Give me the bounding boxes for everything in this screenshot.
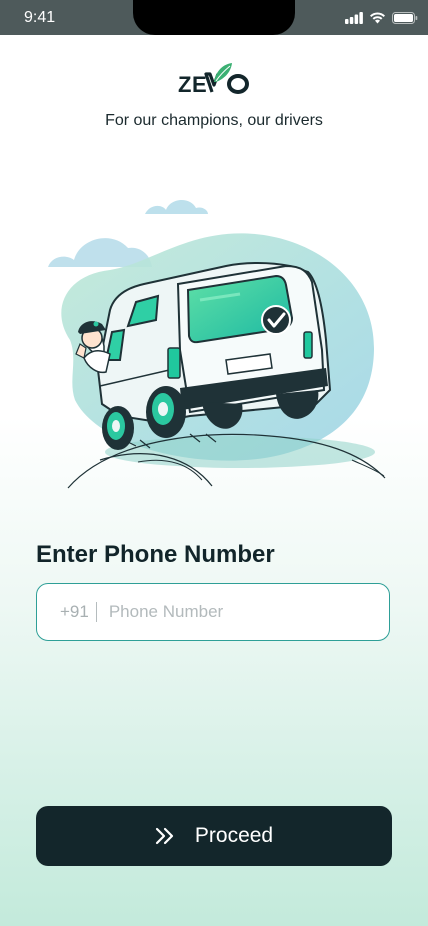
- status-icons: [345, 10, 418, 26]
- status-bar: 9:41: [0, 0, 428, 35]
- cloud-small: [145, 199, 208, 214]
- svg-text:Z: Z: [178, 72, 191, 96]
- proceed-label: Proceed: [194, 824, 274, 847]
- device-notch: [133, 0, 295, 35]
- phone-input[interactable]: [108, 602, 359, 622]
- field-divider: [95, 602, 97, 622]
- form-title: Enter Phone Number: [36, 541, 275, 568]
- zevo-logo: Z E: [178, 63, 249, 96]
- login-screen: 9:41 Z E For our champions, our drivers …: [0, 0, 428, 926]
- driver-van-illustration: [48, 199, 386, 489]
- tagline: For our champions, our drivers: [105, 112, 323, 129]
- phone-field[interactable]: +91: [36, 583, 390, 641]
- status-time: 9:41: [24, 9, 56, 26]
- checkmark-icon: [261, 305, 291, 335]
- battery-icon: [392, 12, 418, 24]
- svg-text:E: E: [192, 72, 207, 96]
- double-chevron-right-icon: [155, 827, 173, 845]
- proceed-button[interactable]: Proceed: [36, 806, 392, 866]
- country-code[interactable]: +91: [60, 602, 89, 622]
- wifi-icon: [370, 12, 385, 24]
- signal-icon: [345, 12, 363, 24]
